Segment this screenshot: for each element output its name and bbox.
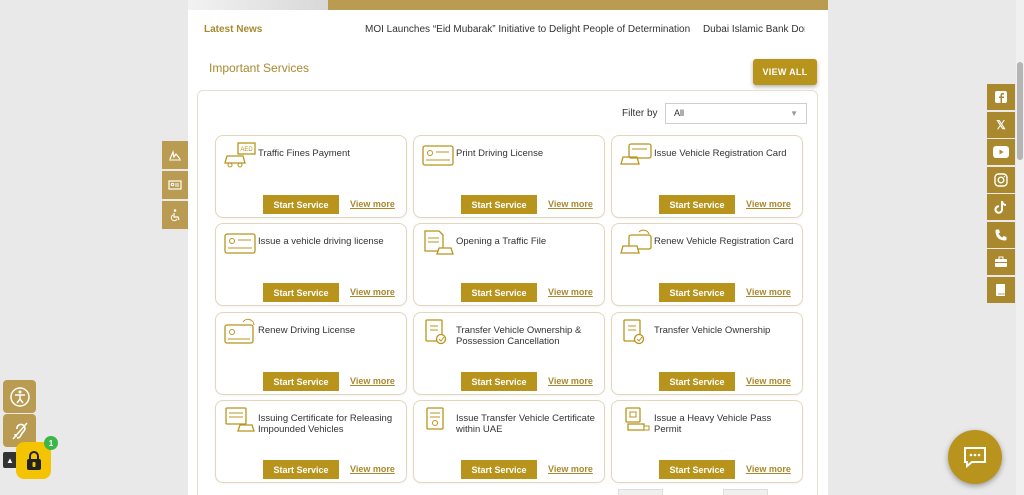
left-side-tabs (162, 141, 188, 231)
service-title: Renew Vehicle Registration Card (654, 236, 794, 247)
start-service-button[interactable]: Start Service (263, 460, 339, 479)
view-more-link[interactable]: View more (350, 376, 395, 386)
news-ticker[interactable]: MOI Launches “Eid Mubarak” Initiative to… (365, 24, 805, 35)
start-service-button[interactable]: Start Service (659, 372, 735, 391)
service-title: Traffic Fines Payment (258, 148, 350, 159)
car-card-icon (619, 141, 653, 169)
traffic-file-icon (421, 229, 455, 257)
view-all-button[interactable]: VIEW ALL (753, 59, 817, 85)
service-title: Opening a Traffic File (456, 236, 547, 247)
section-title: Important Services (209, 61, 310, 75)
service-card[interactable]: Issue Transfer Vehicle Certificate withi… (413, 400, 605, 483)
view-more-link[interactable]: View more (746, 287, 791, 297)
accessibility-menu-icon[interactable] (3, 380, 36, 413)
service-title: Renew Driving License (258, 325, 356, 336)
service-card[interactable]: Print Driving License Start Service View m… (413, 135, 605, 218)
pagination-prev[interactable] (618, 489, 663, 495)
start-service-button[interactable]: Start Service (659, 460, 735, 479)
service-card[interactable]: Opening a Traffic File Start Service View … (413, 223, 605, 306)
service-card[interactable]: Issuing Certificate for Releasing Impoun… (215, 400, 407, 483)
start-service-button[interactable]: Start Service (461, 460, 537, 479)
side-tab-signature-icon[interactable] (162, 141, 188, 169)
news-item[interactable]: MOI Launches “Eid Mubarak” Initiative to… (365, 24, 690, 35)
view-more-link[interactable]: View more (746, 199, 791, 209)
svg-text:AED: AED (240, 147, 253, 153)
renew-license-icon (223, 318, 257, 346)
view-more-link[interactable]: View more (350, 287, 395, 297)
start-service-button[interactable]: Start Service (263, 372, 339, 391)
service-title: Issue a vehicle driving license (258, 236, 384, 247)
renew-car-card-icon (619, 229, 653, 257)
service-title: Print Driving License (456, 148, 544, 159)
start-service-button[interactable]: Start Service (461, 372, 537, 391)
service-card[interactable]: Transfer Vehicle Ownership & Possession … (413, 312, 605, 395)
chat-icon[interactable] (948, 430, 1002, 484)
start-service-button[interactable]: Start Service (263, 283, 339, 302)
page-scrollbar[interactable] (1016, 0, 1024, 495)
scrollbar-thumb[interactable] (1017, 62, 1023, 160)
view-more-link[interactable]: View more (350, 199, 395, 209)
view-more-link[interactable]: View more (350, 464, 395, 474)
pagination-next[interactable] (723, 489, 768, 495)
service-title: Issue Transfer Vehicle Certificate withi… (456, 413, 595, 435)
transfer-doc-icon (421, 318, 455, 346)
service-title: Issue Vehicle Registration Card (654, 148, 787, 159)
briefcase-icon[interactable] (987, 249, 1015, 275)
filter-select[interactable]: All ▼ (665, 103, 807, 124)
service-title: Issuing Certificate for Releasing Impoun… (258, 413, 393, 435)
service-title: Transfer Vehicle Ownership (654, 325, 771, 336)
side-tab-id-card-icon[interactable] (162, 171, 188, 199)
service-card[interactable]: Renew Driving License Start Service View m… (215, 312, 407, 395)
notification-badge: 1 (44, 436, 58, 450)
transfer-doc-icon (619, 318, 653, 346)
service-card[interactable]: Issue a Heavy Vehicle Pass Permit Start S… (611, 400, 803, 483)
truck-permit-icon (619, 406, 653, 434)
service-card[interactable]: AED Traffic Fines Payment Start Service Vie… (215, 135, 407, 218)
news-item[interactable]: Dubai Islamic Bank Donat (703, 24, 805, 35)
book-icon[interactable] (987, 276, 1015, 303)
instagram-icon[interactable] (987, 166, 1015, 193)
filter-value: All (674, 108, 685, 118)
side-tab-accessibility-icon[interactable] (162, 201, 188, 229)
view-more-link[interactable]: View more (548, 287, 593, 297)
tiktok-icon[interactable] (987, 194, 1015, 220)
start-service-button[interactable]: Start Service (461, 195, 537, 214)
news-label: Latest News (204, 24, 263, 35)
banner-strip (328, 0, 828, 10)
services-container: Filter by All ▼ AED Traffic Fines Payment… (197, 90, 818, 495)
view-more-link[interactable]: View more (548, 199, 593, 209)
phone-icon[interactable] (987, 221, 1015, 248)
start-service-button[interactable]: Start Service (659, 283, 735, 302)
service-card[interactable]: Transfer Vehicle Ownership Start Service V… (611, 312, 803, 395)
license-card-icon (421, 141, 455, 169)
news-bar: Latest News MOI Launches “Eid Mubarak” I… (188, 10, 828, 50)
service-card[interactable]: Issue a vehicle driving license Start Ser… (215, 223, 407, 306)
service-title: Transfer Vehicle Ownership & Possession … (456, 325, 582, 347)
main-content-panel: Latest News MOI Launches “Eid Mubarak” I… (188, 0, 828, 495)
service-title: Issue a Heavy Vehicle Pass Permit (654, 413, 772, 435)
view-more-link[interactable]: View more (746, 464, 791, 474)
service-card[interactable]: Issue Vehicle Registration Card Start Ser… (611, 135, 803, 218)
filter-label: Filter by (622, 108, 658, 119)
banner-image (188, 0, 328, 10)
license-card-icon (223, 229, 257, 257)
car-fine-icon: AED (223, 141, 257, 169)
start-service-button[interactable]: Start Service (263, 195, 339, 214)
youtube-icon[interactable] (987, 139, 1015, 165)
view-more-link[interactable]: View more (548, 464, 593, 474)
service-card[interactable]: Renew Vehicle Registration Card Start Ser… (611, 223, 803, 306)
social-sidebar: 𝕏 (987, 84, 1015, 304)
start-service-button[interactable]: Start Service (659, 195, 735, 214)
facebook-icon[interactable] (987, 84, 1015, 110)
chevron-down-icon: ▼ (790, 109, 798, 118)
certificate-icon (421, 406, 455, 434)
view-more-link[interactable]: View more (746, 376, 791, 386)
start-service-button[interactable]: Start Service (461, 283, 537, 302)
certificate-car-icon (223, 406, 257, 434)
view-more-link[interactable]: View more (548, 376, 593, 386)
x-twitter-icon[interactable]: 𝕏 (987, 111, 1015, 138)
collapse-arrow-icon[interactable]: ▲ (3, 452, 17, 468)
